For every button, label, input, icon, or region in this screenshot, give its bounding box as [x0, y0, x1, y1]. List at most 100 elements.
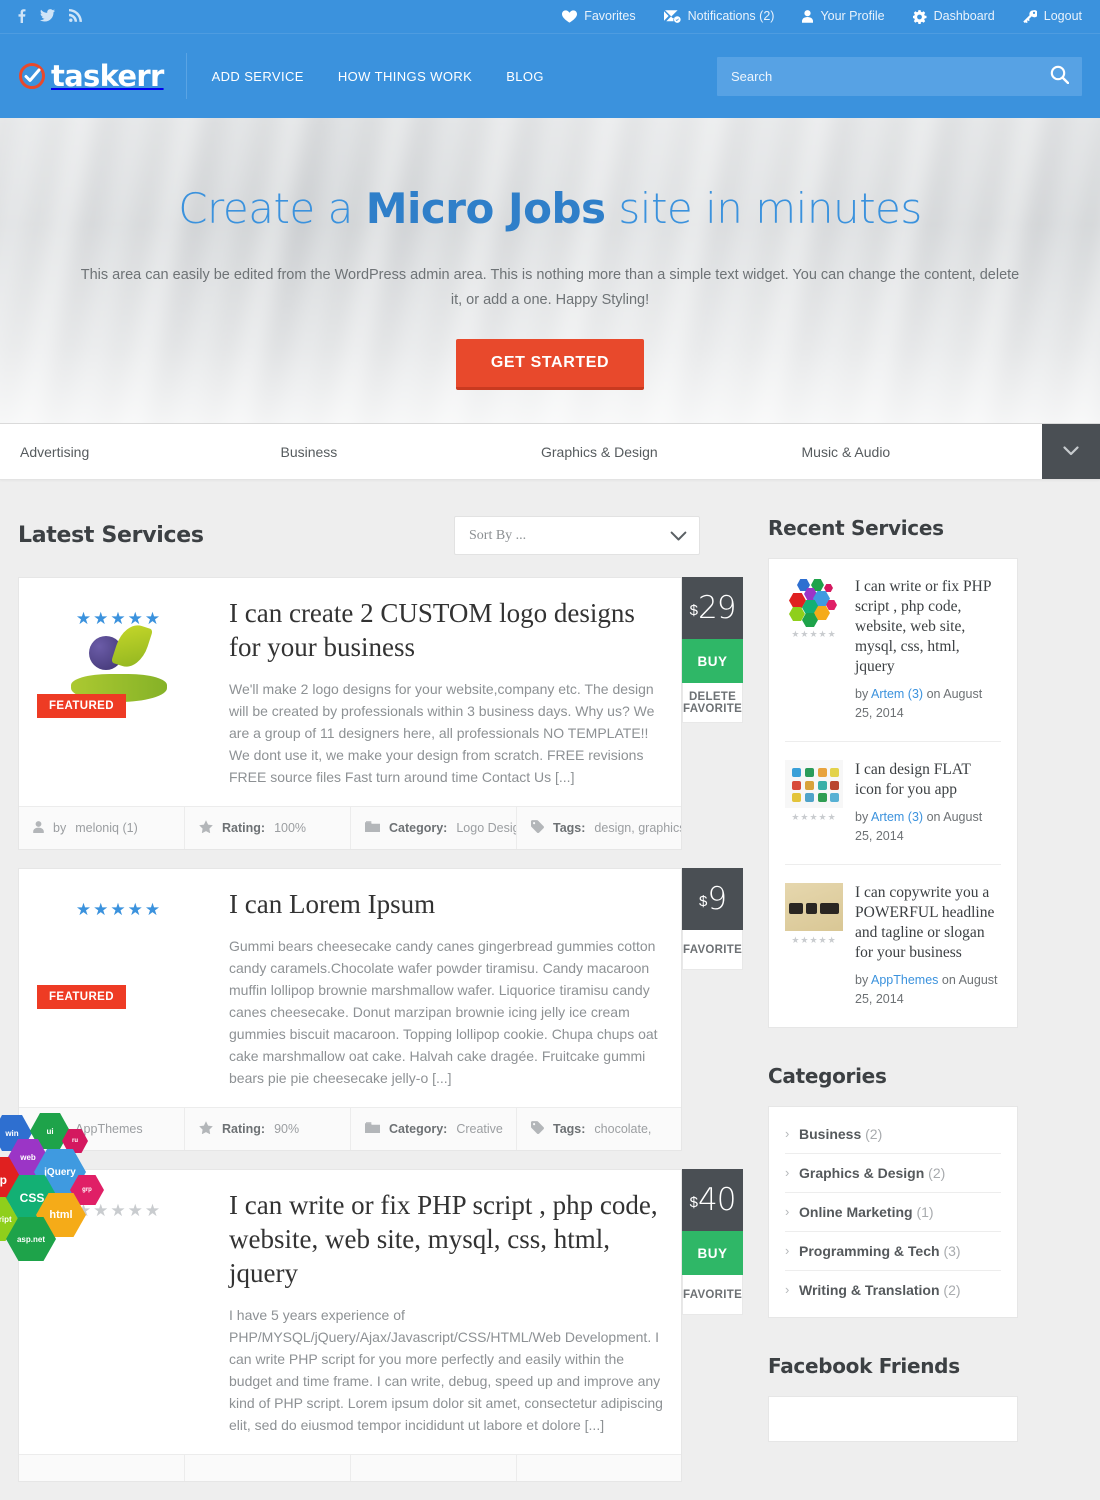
recent-service-title[interactable]: I can write or fix PHP script , php code… — [855, 577, 1001, 677]
service-rating-stars: ★★★★★ — [75, 609, 163, 628]
recent-service-thumbnail[interactable] — [785, 577, 843, 627]
get-started-button[interactable]: GET STARTED — [455, 339, 645, 390]
list-item: ★★★★★ I can copywrite you a POWERFUL hea… — [785, 865, 1001, 1027]
recent-service-thumbnail[interactable] — [785, 883, 843, 931]
typewriter-keys-image — [785, 883, 843, 931]
recent-service-rating-stars: ★★★★★ — [791, 629, 837, 639]
hero-subtitle: This area can easily be edited from the … — [80, 267, 1020, 308]
recent-service-thumbnail[interactable] — [785, 760, 843, 808]
service-thumb-column: win ui ru web php jQuery CSS grp javascr — [0, 1113, 201, 1436]
sort-by-select[interactable]: Sort By ... Newest Oldest Price Low to H… — [454, 516, 700, 555]
favorite-button[interactable]: FAVORITE — [682, 1275, 744, 1315]
sidebar-category-business[interactable]: › Business (2) — [785, 1115, 1001, 1153]
twitter-icon[interactable] — [39, 9, 56, 24]
chevron-right-icon: › — [785, 1204, 790, 1219]
meta-tags: Tags: chocolate, — [517, 1108, 681, 1150]
meta-category-value[interactable]: Logo Design — [456, 821, 516, 835]
topnav-dashboard-label: Dashboard — [933, 9, 995, 24]
list-item: › Graphics & Design (2) — [785, 1154, 1001, 1193]
byline-prefix: by — [855, 973, 869, 987]
hero-banner: Create a Micro Jobs site in minutes This… — [0, 118, 1100, 424]
service-title-link[interactable]: I can write or fix PHP script , php code… — [229, 1190, 658, 1288]
folder-icon — [365, 1121, 380, 1137]
nav-how-things-work[interactable]: HOW THINGS WORK — [321, 69, 489, 84]
category-music-audio[interactable]: Music & Audio — [782, 424, 1043, 479]
favorite-button[interactable]: FAVORITE — [682, 930, 744, 970]
byline-author[interactable]: AppThemes — [871, 973, 938, 987]
service-excerpt: Gummi bears cheesecake candy canes ginge… — [229, 938, 658, 1086]
meta-author-name[interactable]: meloniq (1) — [75, 821, 138, 835]
service-title-link[interactable]: I can create 2 CUSTOM logo designs for y… — [229, 598, 635, 662]
topnav-favorites[interactable]: Favorites — [562, 9, 636, 24]
search-box — [717, 56, 1082, 96]
category-advertising[interactable]: Advertising — [0, 424, 261, 479]
nav-blog[interactable]: BLOG — [489, 69, 561, 84]
rss-icon[interactable] — [69, 9, 82, 24]
service-title[interactable]: I can write or fix PHP script , php code… — [229, 1188, 663, 1290]
topnav-dashboard[interactable]: Dashboard — [912, 9, 995, 24]
meta-category-label: Category: — [389, 1122, 448, 1136]
category-label: Online Marketing — [799, 1204, 913, 1220]
category-count: (1) — [916, 1204, 934, 1220]
logo-text: taskerr — [51, 58, 164, 93]
meta-tags-value[interactable]: chocolate, — [594, 1122, 651, 1136]
top-nav: Favorites Notifications (2) Your Profile… — [562, 9, 1082, 24]
topnav-logout[interactable]: Logout — [1023, 10, 1082, 23]
search-submit-button[interactable] — [1044, 57, 1074, 96]
service-title-link[interactable]: I can Lorem Ipsum — [229, 889, 435, 919]
nav-add-service[interactable]: ADD SERVICE — [195, 69, 321, 84]
hero-title-post: site in minutes — [605, 184, 922, 233]
site-logo[interactable]: taskerr — [18, 53, 187, 99]
topnav-logout-label: Logout — [1043, 9, 1082, 24]
price-amount: 9 — [707, 881, 727, 917]
service-thumb-column: FEATURED ★★★★★ — [37, 596, 201, 788]
service-excerpt: I have 5 years experience of PHP/MYSQL/j… — [229, 1307, 663, 1433]
byline-author[interactable]: Artem (3) — [871, 810, 923, 824]
meta-author: by meloniq (1) — [19, 807, 185, 849]
service-title[interactable]: I can create 2 CUSTOM logo designs for y… — [229, 596, 663, 664]
meta-category-value[interactable]: Creative — [456, 1122, 503, 1136]
service-price: $9 — [682, 868, 744, 930]
chevron-right-icon: › — [785, 1126, 790, 1141]
price-currency: $ — [698, 892, 708, 910]
search-input[interactable] — [717, 56, 1082, 96]
facebook-icon[interactable] — [18, 8, 26, 25]
meta-tags — [517, 1455, 681, 1481]
service-price-column: $40 BUY FAVORITE — [682, 1169, 744, 1315]
sidebar-category-online-marketing[interactable]: › Online Marketing (1) — [785, 1193, 1001, 1231]
chevron-right-icon: › — [785, 1243, 790, 1258]
sidebar-category-writing-translation[interactable]: › Writing & Translation (2) — [785, 1271, 1001, 1309]
page-root: Favorites Notifications (2) Your Profile… — [0, 0, 1100, 1500]
price-amount: 29 — [697, 590, 736, 626]
topnav-profile[interactable]: Your Profile — [802, 10, 885, 23]
recent-service-byline: by Artem (3) on August 25, 2014 — [855, 685, 1001, 723]
sidebar-category-programming-tech[interactable]: › Programming & Tech (3) — [785, 1232, 1001, 1270]
service-rating-stars: ★★★★★ — [75, 900, 163, 919]
service-card: FEATURED ★★★★★ I can create 2 CUSTOM log… — [18, 577, 744, 850]
buy-button[interactable]: BUY — [682, 639, 744, 683]
category-graphics-design[interactable]: Graphics & Design — [521, 424, 782, 479]
list-item: › Online Marketing (1) — [785, 1193, 1001, 1232]
recent-service-title[interactable]: I can design FLAT icon for you app — [855, 760, 1001, 800]
service-title[interactable]: I can Lorem Ipsum — [229, 887, 663, 921]
category-count: (2) — [943, 1282, 961, 1298]
category-business[interactable]: Business — [261, 424, 522, 479]
buy-button[interactable]: BUY — [682, 1231, 744, 1275]
sidebar-category-graphics-design[interactable]: › Graphics & Design (2) — [785, 1154, 1001, 1192]
category-count: (2) — [865, 1126, 883, 1142]
category-more-button[interactable] — [1042, 424, 1100, 479]
favorite-button[interactable]: DELETE FAVORITE — [682, 683, 744, 723]
meta-author-prefix: by — [53, 821, 67, 835]
user-icon — [802, 10, 814, 23]
meta-tags-value[interactable]: design, graphics, — [594, 821, 681, 835]
service-price-column: $29 BUY DELETE FAVORITE — [682, 577, 744, 723]
recent-service-rating-stars: ★★★★★ — [791, 812, 837, 822]
latest-services-header: Latest Services Sort By ... Newest Oldes… — [18, 516, 700, 555]
list-item: › Writing & Translation (2) — [785, 1271, 1001, 1309]
meta-rating — [185, 1455, 351, 1481]
topnav-notifications[interactable]: Notifications (2) — [663, 10, 774, 23]
meta-rating: Rating: 90% — [185, 1108, 351, 1150]
topnav-favorites-label: Favorites — [584, 9, 636, 24]
recent-service-title[interactable]: I can copywrite you a POWERFUL headline … — [855, 883, 1001, 963]
byline-author[interactable]: Artem (3) — [871, 687, 923, 701]
